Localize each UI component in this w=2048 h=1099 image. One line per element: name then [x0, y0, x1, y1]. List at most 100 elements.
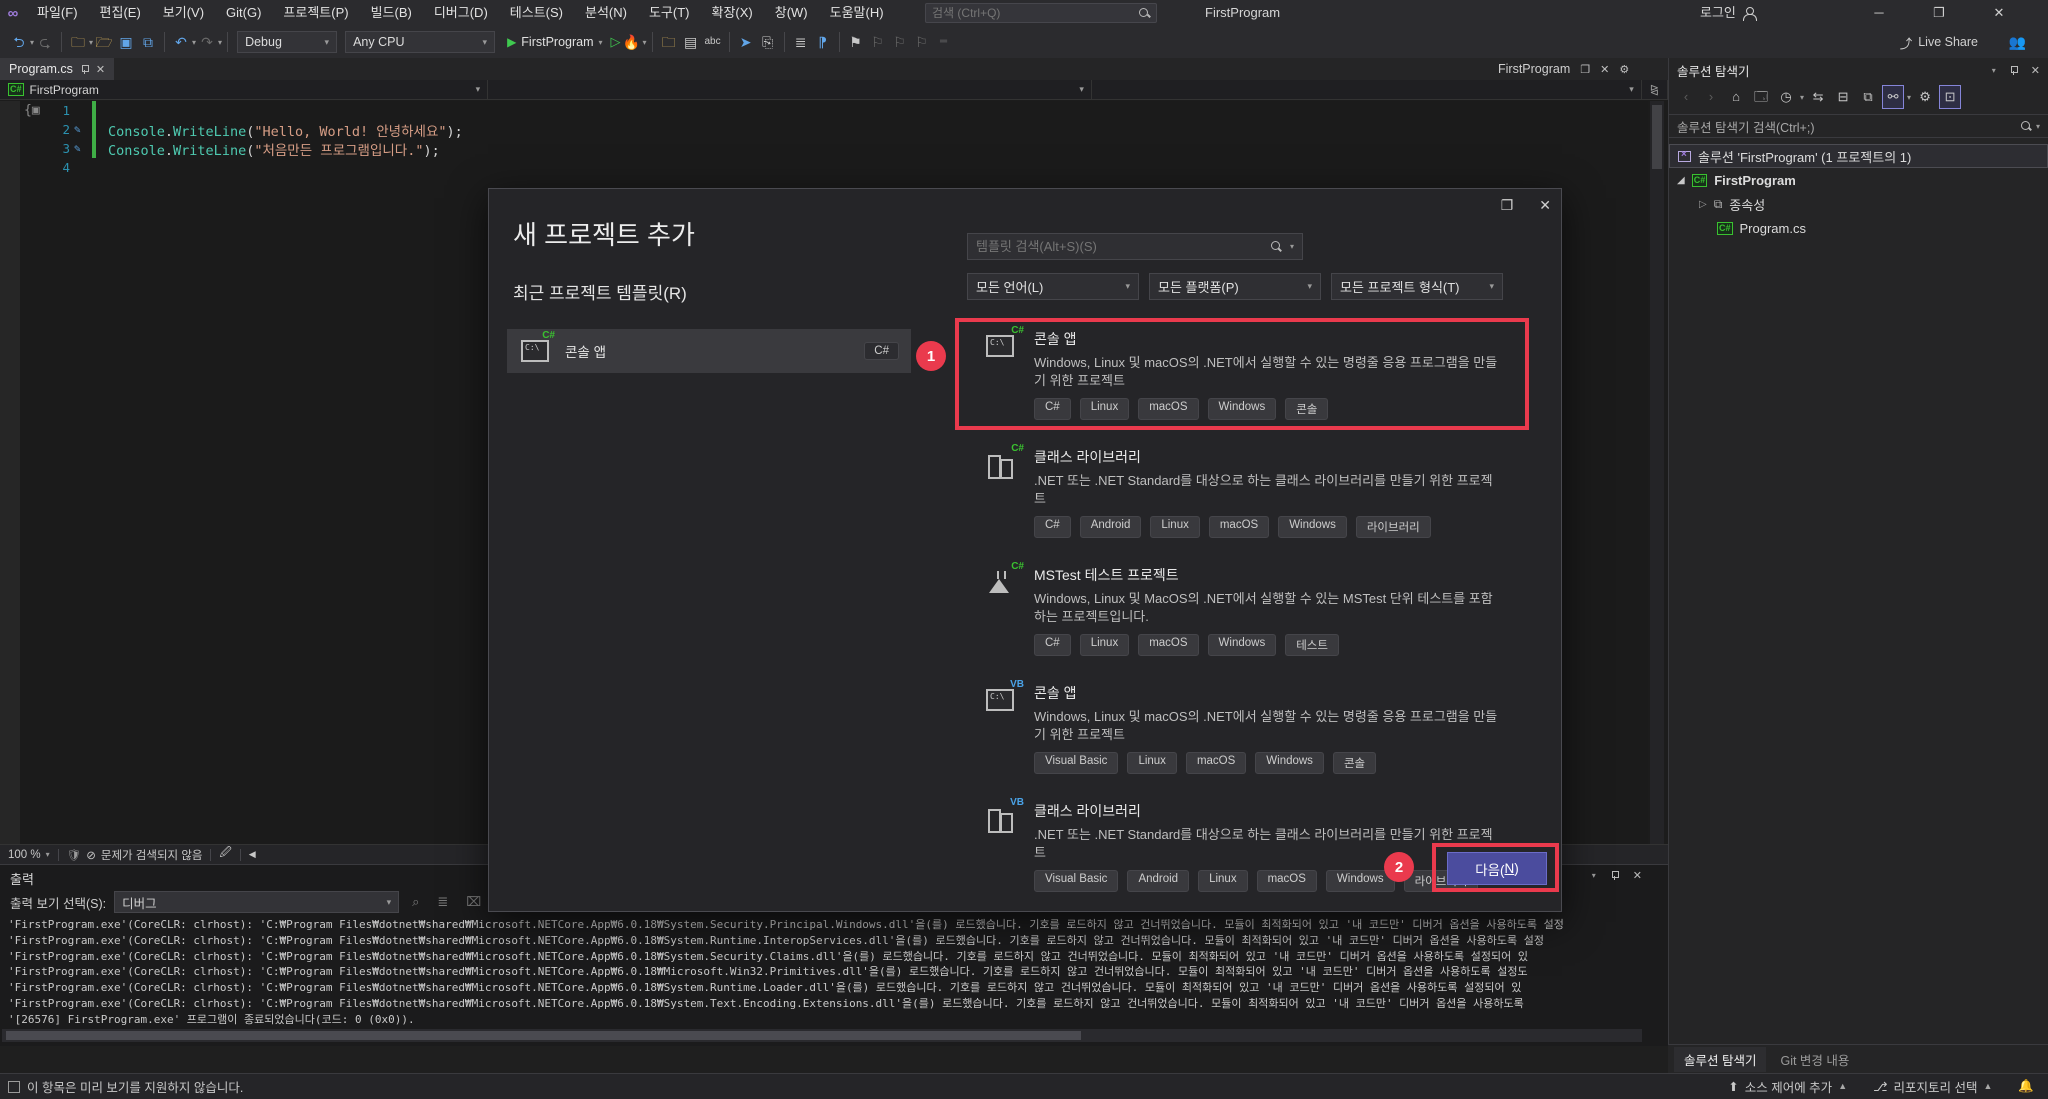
- close-button[interactable]: ✕: [1976, 0, 2022, 26]
- hot-reload-icon[interactable]: 🔥: [621, 27, 643, 57]
- code-health-indicator[interactable]: 🛡 ⊘ 문제가 검색되지 않음: [59, 845, 211, 864]
- se-show-all-files-icon[interactable]: ⊡: [1939, 85, 1961, 109]
- template-item[interactable]: VB클래스 라이브러리.NET 또는 .NET Standard를 대상으로 하…: [976, 791, 1532, 902]
- tree-item-dependencies[interactable]: ▷ ⧉ 종속성: [1669, 192, 2048, 216]
- tab-program-cs[interactable]: Program.cs ✕: [0, 58, 114, 80]
- se-properties-wrench-icon[interactable]: ⚙: [1914, 86, 1936, 108]
- menu-item[interactable]: Git(G): [215, 5, 272, 20]
- tab-solution-explorer[interactable]: 솔루션 탐색기: [1674, 1047, 1766, 1072]
- se-back-icon[interactable]: ‹: [1675, 86, 1697, 108]
- template-item[interactable]: C#MSTest 테스트 프로젝트Windows, Linux 및 MacOS의…: [976, 555, 1532, 666]
- expanded-caret-icon[interactable]: ◢: [1677, 175, 1685, 186]
- code-line[interactable]: 1: [0, 101, 1648, 120]
- sync-document-icon[interactable]: ⎘: [757, 27, 779, 57]
- platform-filter-combo[interactable]: 모든 플랫폼(P)▾: [1149, 273, 1321, 300]
- start-without-debugging-icon[interactable]: ▷: [611, 34, 621, 50]
- tab-close-icon[interactable]: ✕: [96, 63, 105, 76]
- navigate-forward-icon[interactable]: ⮎: [34, 27, 56, 57]
- redo-icon[interactable]: ↷: [196, 27, 218, 57]
- output-view-combo[interactable]: 디버그▾: [114, 891, 399, 913]
- template-search-dropdown[interactable]: ▾: [1290, 242, 1294, 251]
- select-repository-button[interactable]: ⎇ 리포지토리 선택 ▲: [1873, 1077, 1992, 1096]
- menu-item[interactable]: 프로젝트(P): [272, 5, 359, 20]
- template-search-box[interactable]: ▾: [967, 233, 1303, 260]
- se-sync-dropdown[interactable]: ▾: [1907, 93, 1911, 102]
- sign-in-button[interactable]: 로그인: [1700, 0, 1756, 26]
- menu-item[interactable]: 보기(V): [152, 5, 215, 20]
- member-dropdown[interactable]: ▾: [1092, 80, 1642, 99]
- project-type-filter-combo[interactable]: 모든 프로젝트 형식(T)▾: [1331, 273, 1503, 300]
- output-dropdown-icon[interactable]: ▾: [1592, 871, 1596, 880]
- menu-item[interactable]: 빌드(B): [360, 5, 423, 20]
- menu-item[interactable]: 편집(E): [89, 5, 152, 20]
- hot-reload-dropdown[interactable]: ▾: [643, 38, 647, 47]
- add-source-control-button[interactable]: ⬆ 소스 제어에 추가 ▲: [1728, 1077, 1847, 1096]
- menu-item[interactable]: 파일(F): [26, 5, 89, 20]
- quick-action-pen-icon[interactable]: ✎: [74, 123, 81, 136]
- redo-dropdown[interactable]: ▾: [218, 38, 222, 47]
- goto-message-icon[interactable]: ≣: [432, 894, 453, 910]
- clear-bookmarks-icon[interactable]: ⚐: [911, 27, 933, 57]
- live-share-button[interactable]: ⤴ Live Share: [1900, 26, 1978, 58]
- save-icon[interactable]: ▣: [115, 27, 137, 57]
- quick-search-box[interactable]: [925, 3, 1157, 23]
- panel-dropdown-icon[interactable]: ▾: [1992, 66, 1996, 75]
- spell-check-icon[interactable]: abc: [702, 27, 724, 57]
- menu-item[interactable]: 디버그(D): [423, 5, 499, 20]
- solution-explorer-header[interactable]: 솔루션 탐색기 ▾ ✕: [1669, 58, 2048, 82]
- tree-item-project[interactable]: ◢ C# FirstProgram: [1669, 168, 2048, 192]
- group-close-icon[interactable]: ✕: [1600, 63, 1609, 76]
- split-window-icon[interactable]: ⧎: [1642, 80, 1668, 99]
- recent-template-console-app[interactable]: C# 콘솔 앱 C#: [507, 329, 911, 373]
- minimize-button[interactable]: ─: [1856, 0, 1902, 26]
- se-collapse-all-icon[interactable]: ⊟: [1832, 86, 1854, 108]
- open-file-icon[interactable]: 🗁: [93, 27, 115, 57]
- toolbar-overflow-icon[interactable]: ═: [933, 27, 955, 57]
- new-project-icon[interactable]: 🗀: [67, 27, 89, 57]
- next-button[interactable]: 다음(N): [1447, 852, 1547, 885]
- se-sync-icon[interactable]: ⇆: [1807, 86, 1829, 108]
- editor-vertical-scrollbar[interactable]: [1650, 101, 1664, 844]
- dialog-close-icon[interactable]: ✕: [1539, 197, 1551, 214]
- preview-changes-icon[interactable]: ▤: [680, 27, 702, 57]
- quick-search-input[interactable]: [932, 6, 1139, 20]
- collaborators-icon[interactable]: 👥: [2009, 26, 2026, 58]
- solution-explorer-search[interactable]: 솔루션 탐색기 검색(Ctrl+;) ▾: [1669, 114, 2048, 138]
- next-bookmark-icon[interactable]: ⚐: [889, 27, 911, 57]
- solution-platform-combo[interactable]: Any CPU▾: [345, 31, 495, 53]
- tab-settings-gear-icon[interactable]: ⚙: [1619, 63, 1629, 76]
- se-switch-views-icon[interactable]: 🗔: [1750, 86, 1772, 108]
- tree-item-program-cs[interactable]: C# Program.cs: [1669, 216, 2048, 240]
- output-horizontal-scrollbar[interactable]: [2, 1029, 1642, 1042]
- format-document-icon[interactable]: ⁋: [812, 27, 834, 57]
- menu-item[interactable]: 도움말(H): [819, 5, 895, 20]
- code-line[interactable]: 4: [0, 158, 1648, 177]
- quick-action-pen-icon[interactable]: ✎: [74, 142, 81, 155]
- se-home-icon[interactable]: ⌂: [1725, 86, 1747, 108]
- breakpoint-margin[interactable]: [0, 101, 20, 844]
- navigate-back-icon[interactable]: ⮌: [8, 27, 30, 57]
- clear-all-icon[interactable]: ⌧: [461, 894, 486, 910]
- template-item[interactable]: C#콘솔 앱Windows, Linux 및 macOS의 .NET에서 실행할…: [976, 319, 1532, 430]
- find-message-icon[interactable]: ⌕: [407, 894, 424, 910]
- menu-item[interactable]: 확장(X): [701, 5, 764, 20]
- dialog-maximize-icon[interactable]: ❐: [1501, 197, 1514, 214]
- menu-item[interactable]: 테스트(S): [499, 5, 574, 20]
- pin-icon[interactable]: [80, 65, 89, 74]
- collapsed-caret-icon[interactable]: ▷: [1699, 199, 1707, 210]
- indent-icon[interactable]: ≣: [790, 27, 812, 57]
- code-line[interactable]: 2✎Console.WriteLine("Hello, World! 안녕하세요…: [0, 120, 1648, 139]
- run-target-dropdown[interactable]: ▾: [599, 38, 603, 47]
- solution-configuration-combo[interactable]: Debug▾: [237, 31, 337, 53]
- tree-item-solution[interactable]: 솔루션 'FirstProgram' (1 프로젝트의 1): [1669, 144, 2048, 168]
- code-cleanup-icon[interactable]: 🖉: [211, 845, 239, 864]
- bookmark-icon[interactable]: ⚑: [845, 27, 867, 57]
- output-pin-icon[interactable]: [1610, 871, 1619, 880]
- find-in-files-icon[interactable]: 🗀: [658, 27, 680, 57]
- panel-pin-icon[interactable]: [2009, 66, 2018, 75]
- se-search-dropdown[interactable]: ▾: [2036, 122, 2040, 131]
- language-filter-combo[interactable]: 모든 언어(L)▾: [967, 273, 1139, 300]
- undo-icon[interactable]: ↶: [170, 27, 192, 57]
- save-all-icon[interactable]: ⧉: [137, 27, 159, 57]
- restore-button[interactable]: ❐: [1916, 0, 1962, 26]
